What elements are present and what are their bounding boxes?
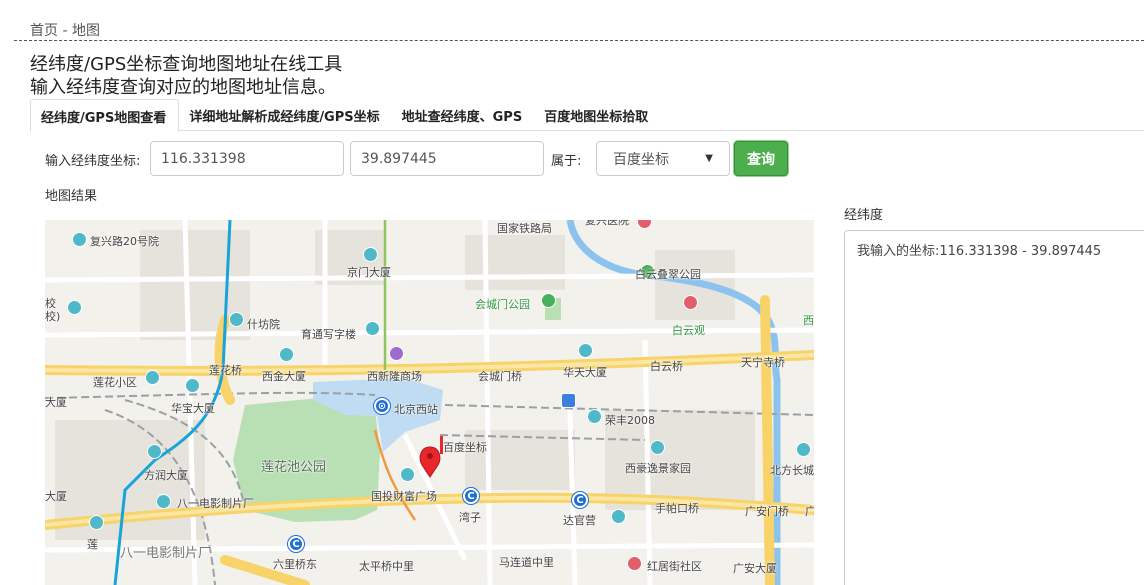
map-label: 西豪逸景家园 (625, 462, 691, 475)
poi-icon[interactable] (363, 247, 378, 262)
map-label: 什坊院 (247, 318, 280, 331)
map-label: 大厦 (45, 490, 67, 503)
map-label: 北方长城 (770, 464, 814, 477)
map-label: 莲花小区 (93, 376, 137, 389)
poi-icon[interactable] (72, 232, 87, 247)
map-label: 复兴路20号院 (90, 235, 159, 248)
map-label: 莲 (87, 538, 98, 551)
coord-result-text: 我输入的坐标:116.331398 - 39.897445 (857, 244, 1102, 259)
map-label: 荣丰2008 (605, 414, 655, 427)
tab-gps-map-view[interactable]: 经纬度/GPS地图查看 (30, 99, 180, 132)
map-label: 方润大厦 (144, 469, 188, 482)
metro-station-icon[interactable]: C (288, 536, 304, 552)
map-label: 达官营 (563, 514, 596, 527)
map-label: 广安大厦 (733, 562, 777, 575)
poi-icon[interactable] (279, 347, 294, 362)
query-button[interactable]: 查询 (734, 141, 788, 176)
shopping-icon[interactable] (389, 346, 404, 361)
map-result-label: 地图结果 (45, 189, 98, 204)
poi-icon[interactable] (156, 494, 171, 509)
map-label: 西新隆商场 (367, 370, 422, 383)
map-label: 白云叠翠公园 (635, 268, 701, 281)
map-label: 手帕口桥 (655, 502, 699, 515)
map-label: 京门大厦 (347, 266, 391, 279)
poi-icon[interactable] (147, 444, 162, 459)
map-label: 白云观 (672, 324, 705, 337)
breadcrumb: 首页 - 地图 (30, 23, 100, 39)
poi-icon[interactable] (796, 442, 811, 457)
coord-result-textarea[interactable]: 我输入的坐标:116.331398 - 39.897445 (844, 230, 1144, 585)
coord-result-label: 经纬度 (844, 208, 884, 223)
metro-station-icon[interactable]: C (463, 488, 479, 504)
map-label: 会城门公园 (475, 298, 530, 311)
latitude-input[interactable] (350, 141, 544, 176)
park-icon[interactable] (541, 293, 556, 308)
longitude-input[interactable] (150, 141, 344, 176)
poi-icon[interactable] (578, 343, 593, 358)
map-view[interactable]: ⊙ C C C 复兴路20号院 国家铁路局 复兴医院 京门大厦 白云叠翠公园 会… (45, 220, 814, 585)
map-label: 天宁寺桥 (741, 356, 785, 369)
coord-type-value: 百度坐标 (613, 151, 669, 168)
poi-icon[interactable] (229, 312, 244, 327)
map-label: 八一电影制片厂 (177, 497, 254, 510)
map-label: 华天大厦 (563, 366, 607, 379)
poi-icon[interactable] (400, 467, 415, 482)
map-label: 太平桥中里 (359, 560, 414, 573)
poi-icon[interactable] (185, 378, 200, 393)
map-label: 复兴医院 (585, 220, 629, 227)
metro-station-icon[interactable]: C (572, 492, 588, 508)
tab-baidu-picker[interactable]: 百度地图坐标拾取 (534, 99, 660, 131)
map-label: 莲花桥 (209, 364, 242, 377)
poi-icon[interactable] (683, 295, 698, 310)
coord-type-select[interactable]: 百度坐标 ▼ (596, 141, 730, 176)
map-label: 国家铁路局 (497, 222, 552, 235)
belongs-label: 属于: (551, 154, 582, 169)
poi-icon[interactable] (627, 556, 642, 571)
poi-icon[interactable] (611, 509, 626, 524)
parking-icon[interactable] (561, 393, 576, 408)
poi-icon[interactable] (89, 515, 104, 530)
map-label: 红居街社区 (647, 560, 702, 573)
map-label: 大厦 (45, 396, 67, 409)
map-label: 会城门桥 (478, 370, 522, 383)
map-label: 白云桥 (650, 360, 683, 373)
map-label: 莲花池公园 (261, 460, 327, 475)
poi-icon[interactable] (67, 300, 82, 315)
tab-address-lookup[interactable]: 地址查经纬度、GPS (392, 99, 535, 131)
map-label: 广安门桥 (745, 505, 789, 518)
metro-station-icon[interactable]: ⊙ (374, 398, 390, 414)
map-label: 六里桥东 (273, 558, 317, 571)
map-label: 西金大厦 (262, 370, 306, 383)
tab-bar: 经纬度/GPS地图查看 详细地址解析成经纬度/GPS坐标 地址查经纬度、GPS … (30, 99, 1144, 132)
page-subtitle: 输入经纬度查询对应的地图地址信息。 (30, 77, 336, 98)
map-label: 北京西站 (394, 403, 438, 416)
map-label: 国投财富广场 (371, 490, 437, 503)
map-label: 西 (803, 314, 814, 327)
tab-address-to-gps[interactable]: 详细地址解析成经纬度/GPS坐标 (179, 99, 391, 131)
marker-label: 百度坐标 (443, 441, 487, 454)
poi-icon[interactable] (365, 321, 380, 336)
poi-icon[interactable] (145, 370, 160, 385)
map-label: 华宝大厦 (171, 402, 215, 415)
map-label: 马连道中里 (499, 556, 554, 569)
page-title: 经纬度/GPS坐标查询地图地址在线工具 (30, 54, 343, 75)
divider (14, 40, 1144, 41)
poi-icon[interactable] (587, 409, 602, 424)
chevron-down-icon: ▼ (705, 153, 713, 164)
map-label: 育通写字楼 (301, 328, 356, 341)
coord-label: 输入经纬度坐标: (45, 154, 141, 169)
map-label: 校) (45, 310, 61, 323)
map-label: 湾子 (459, 511, 481, 524)
map-label: 八一电影制片厂 (120, 546, 212, 561)
poi-icon[interactable] (650, 440, 665, 455)
map-label: 广 (805, 505, 814, 518)
